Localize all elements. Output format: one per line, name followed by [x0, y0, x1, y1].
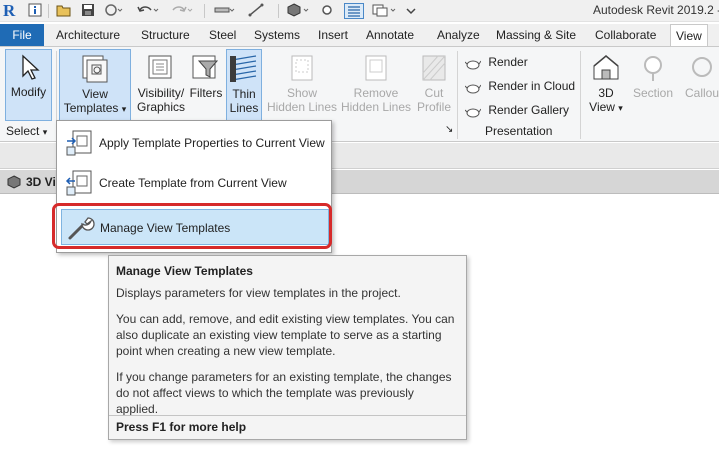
open-icon[interactable]: [56, 3, 72, 19]
tab-analyze[interactable]: Analyze: [437, 24, 480, 46]
tab-structure[interactable]: Structure: [141, 24, 190, 46]
view-tab-label[interactable]: 3D Vi: [26, 175, 56, 189]
tab-collaborate[interactable]: Collaborate: [595, 24, 656, 46]
create-template-icon: [65, 170, 92, 196]
sync-icon[interactable]: [104, 3, 124, 19]
3d-view-button[interactable]: 3D View ▾: [585, 49, 627, 121]
remove-hidden-lines-icon: [365, 55, 387, 81]
teapot-icon: [465, 60, 481, 70]
render-in-cloud-button[interactable]: Render in Cloud: [465, 77, 575, 95]
select-panel-label[interactable]: Select ▾: [6, 124, 47, 138]
revit-logo[interactable]: R: [3, 1, 21, 21]
visibility-graphics-icon: [148, 55, 172, 79]
graphics-panel-launcher-icon[interactable]: ↘: [445, 124, 453, 135]
undo-icon[interactable]: [136, 3, 160, 19]
view-templates-button[interactable]: View Templates ▾: [59, 49, 131, 121]
tab-massing-site[interactable]: Massing & Site: [496, 24, 576, 46]
view-templates-icon: [82, 55, 108, 83]
separator: [48, 4, 49, 18]
section-button[interactable]: Section: [630, 49, 676, 121]
quick-access-toolbar: R Autodesk Revit 2019.2 -: [0, 0, 719, 22]
customize-icon[interactable]: [404, 3, 418, 19]
redo-icon[interactable]: [170, 3, 194, 19]
cloud-icon: [465, 84, 481, 94]
ribbon-tab-bar: File Architecture Structure Steel System…: [0, 24, 719, 47]
tooltip-note: If you change parameters for an existing…: [116, 370, 452, 416]
show-hidden-lines-icon: [291, 55, 313, 81]
separator: [278, 4, 279, 18]
tooltip: Manage View Templates Displays parameter…: [108, 255, 467, 440]
highlight-annotation-ring: [52, 203, 332, 249]
tooltip-title: Manage View Templates: [116, 264, 253, 278]
apply-template-menu-item[interactable]: Apply Template Properties to Current Vie…: [61, 125, 329, 161]
section-icon[interactable]: [320, 3, 334, 19]
callout-icon: [692, 57, 712, 77]
apply-template-label: Apply Template Properties to Current Vie…: [99, 136, 325, 150]
tab-view[interactable]: View: [670, 24, 708, 47]
cut-profile-icon: [422, 55, 446, 81]
window-title: Autodesk Revit 2019.2 -: [593, 3, 719, 17]
callout-button[interactable]: Callou: [682, 49, 719, 121]
apply-template-icon: [66, 130, 92, 156]
save-icon[interactable]: [80, 3, 96, 19]
tab-systems[interactable]: Systems: [254, 24, 300, 46]
gallery-icon: [465, 108, 481, 118]
measure-icon[interactable]: [214, 3, 236, 19]
section-icon: [644, 56, 662, 81]
tab-steel[interactable]: Steel: [209, 24, 236, 46]
tooltip-divider: [109, 415, 466, 416]
render-button[interactable]: Render: [465, 53, 528, 71]
modify-label: Modify: [10, 85, 47, 99]
3d-view-icon[interactable]: [286, 3, 312, 19]
create-template-label: Create Template from Current View: [99, 176, 287, 190]
tab-file[interactable]: File: [0, 24, 44, 46]
tooltip-help-text: Press F1 for more help: [116, 420, 247, 434]
create-template-menu-item[interactable]: Create Template from Current View: [61, 165, 329, 201]
switch-windows-icon[interactable]: [372, 3, 400, 19]
dimension-icon[interactable]: [248, 3, 270, 19]
info-icon[interactable]: [28, 3, 42, 19]
select-dropdown-icon: ▾: [42, 127, 48, 137]
filter-icon: [192, 55, 219, 79]
view-templates-dropdown-icon: ▾: [121, 104, 127, 114]
pointer-icon: [21, 54, 40, 80]
separator: [580, 51, 581, 139]
3d-view-tab-icon: [7, 175, 21, 189]
show-hidden-lines-button[interactable]: Show Hidden Lines: [266, 49, 338, 121]
render-gallery-button[interactable]: Render Gallery: [465, 101, 569, 119]
presentation-panel-label: Presentation: [485, 124, 553, 138]
filters-button[interactable]: Filters: [188, 49, 224, 121]
thin-lines-button[interactable]: Thin Lines: [226, 49, 262, 121]
remove-hidden-lines-button[interactable]: Remove Hidden Lines: [340, 49, 412, 121]
thin-lines-icon[interactable]: [344, 3, 364, 19]
separator: [457, 51, 458, 139]
tab-insert[interactable]: Insert: [318, 24, 348, 46]
tooltip-description: You can add, remove, and edit existing v…: [116, 312, 455, 358]
thin-lines-icon: [230, 55, 257, 82]
house-icon: [593, 55, 619, 80]
visibility-graphics-button[interactable]: Visibility/ Graphics: [134, 49, 188, 121]
tab-architecture[interactable]: Architecture: [56, 24, 120, 46]
3d-view-dropdown-icon: ▾: [618, 103, 623, 113]
separator: [204, 4, 205, 18]
tooltip-summary: Displays parameters for view templates i…: [116, 286, 401, 300]
modify-button[interactable]: Modify: [5, 49, 52, 121]
cut-profile-button[interactable]: Cut Profile: [414, 49, 454, 121]
tab-annotate[interactable]: Annotate: [366, 24, 414, 46]
